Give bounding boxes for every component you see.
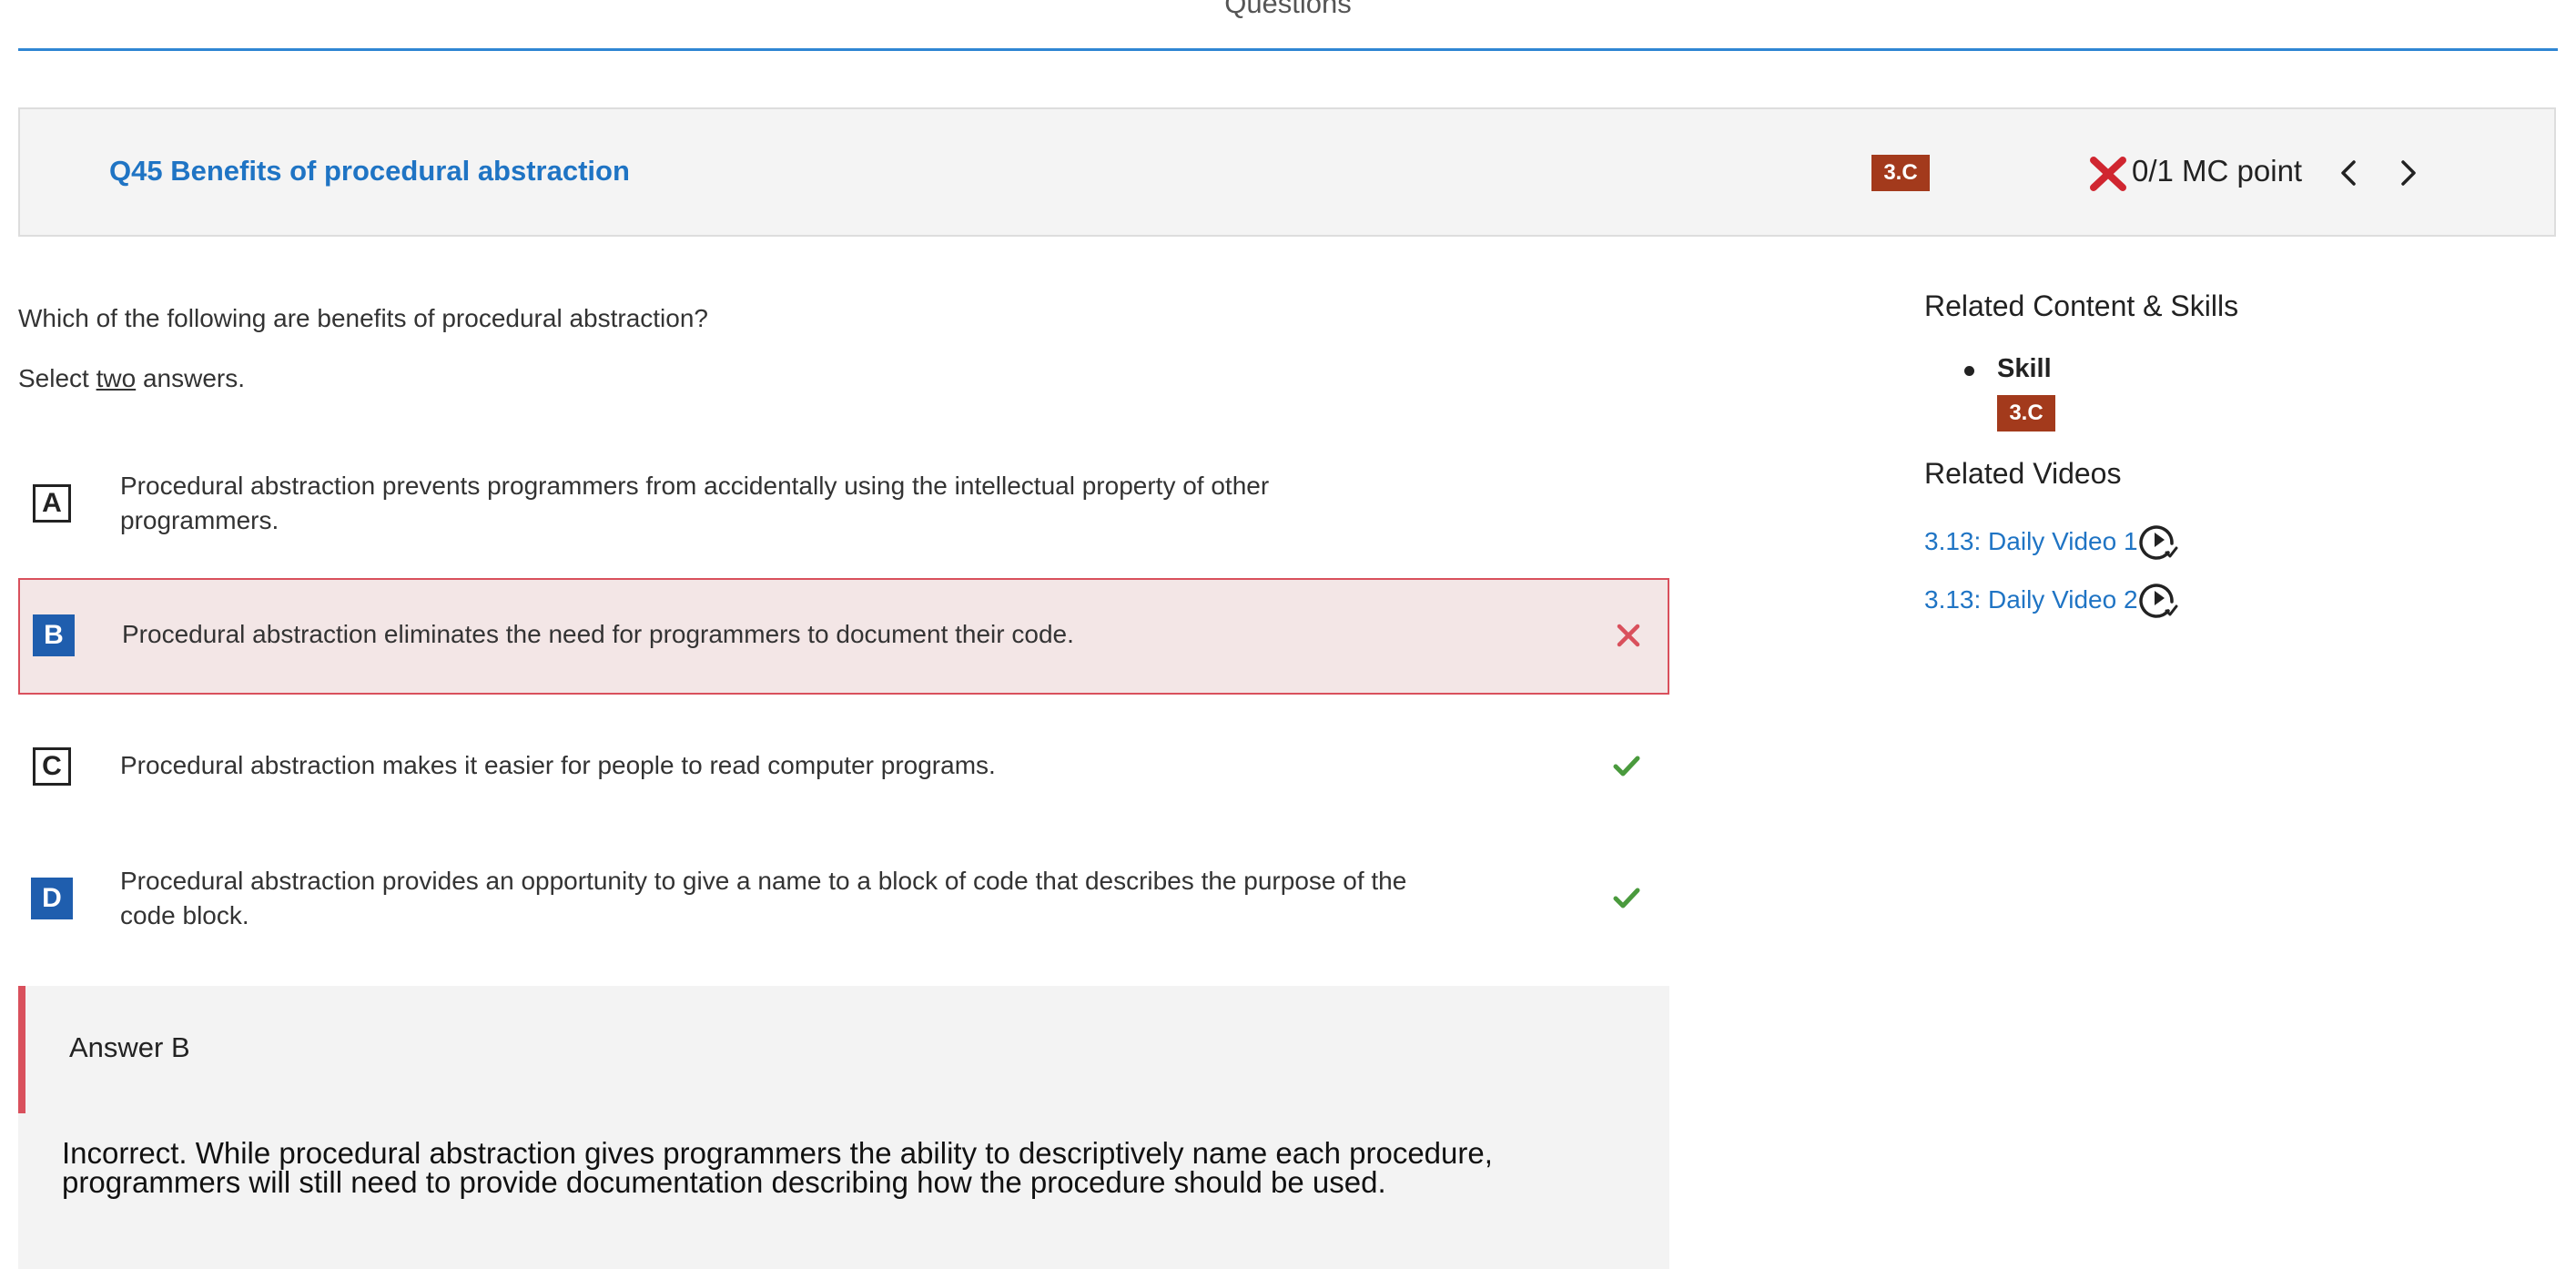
check-icon (1613, 888, 1640, 909)
question-title: Q45 Benefits of procedural abstraction (109, 155, 630, 187)
skill-badge: 3.C (1871, 155, 1930, 191)
incorrect-x-icon (2090, 157, 2126, 191)
related-content-heading: Related Content & Skills (1924, 289, 2239, 322)
skill-badge: 3.C (1997, 395, 2055, 431)
question-prompt: Which of the following are benefits of p… (18, 304, 708, 332)
option-c[interactable]: C Procedural abstraction makes it easier… (18, 728, 1669, 801)
answer-panel: Answer B Incorrect. While procedural abs… (18, 986, 1669, 1269)
option-a[interactable]: A Procedural abstraction prevents progra… (18, 461, 1669, 552)
option-text: Procedural abstraction provides an oppor… (120, 867, 1407, 929)
instruction-suffix: answers. (136, 364, 246, 392)
related-videos-heading: Related Videos (1924, 457, 2122, 490)
option-letter: C (33, 747, 71, 786)
video-link-1[interactable]: 3.13: Daily Video 1 (1924, 527, 2138, 556)
answer-label: Answer B (69, 1031, 190, 1063)
option-letter: B (33, 614, 75, 656)
tab-questions[interactable]: Questions (0, 0, 2576, 20)
score-label: 0/1 MC point (2132, 154, 2303, 188)
answer-explanation: Incorrect. While procedural abstraction … (62, 1136, 1493, 1199)
tab-underline (18, 48, 2558, 51)
answer-accent-bar (18, 986, 25, 1113)
play-circle-icon[interactable] (2137, 520, 2179, 562)
video-link-2[interactable]: 3.13: Daily Video 2 (1924, 585, 2138, 614)
option-letter: D (31, 878, 73, 919)
question-page: Questions Q45 Benefits of procedural abs… (0, 0, 2576, 1269)
option-text: Procedural abstraction eliminates the ne… (122, 620, 1074, 648)
instruction-prefix: Select (18, 364, 96, 392)
bullet (1964, 366, 1974, 376)
chevron-left-icon[interactable] (2334, 157, 2367, 189)
question-instruction: Select two answers. (18, 364, 245, 393)
check-icon (1613, 756, 1640, 777)
option-d[interactable]: D Procedural abstraction provides an opp… (18, 852, 1669, 943)
option-b[interactable]: B Procedural abstraction eliminates the … (18, 578, 1669, 695)
question-header: Q45 Benefits of procedural abstraction 3… (18, 107, 2556, 237)
option-text: Procedural abstraction makes it easier f… (120, 751, 996, 779)
instruction-emphasis: two (96, 364, 137, 392)
option-text: Procedural abstraction prevents programm… (120, 472, 1270, 534)
chevron-right-icon[interactable] (2392, 157, 2425, 189)
skill-label: Skill (1997, 354, 2052, 383)
option-letter: A (33, 484, 71, 523)
play-circle-icon[interactable] (2137, 578, 2179, 620)
incorrect-x-icon (1617, 624, 1640, 647)
